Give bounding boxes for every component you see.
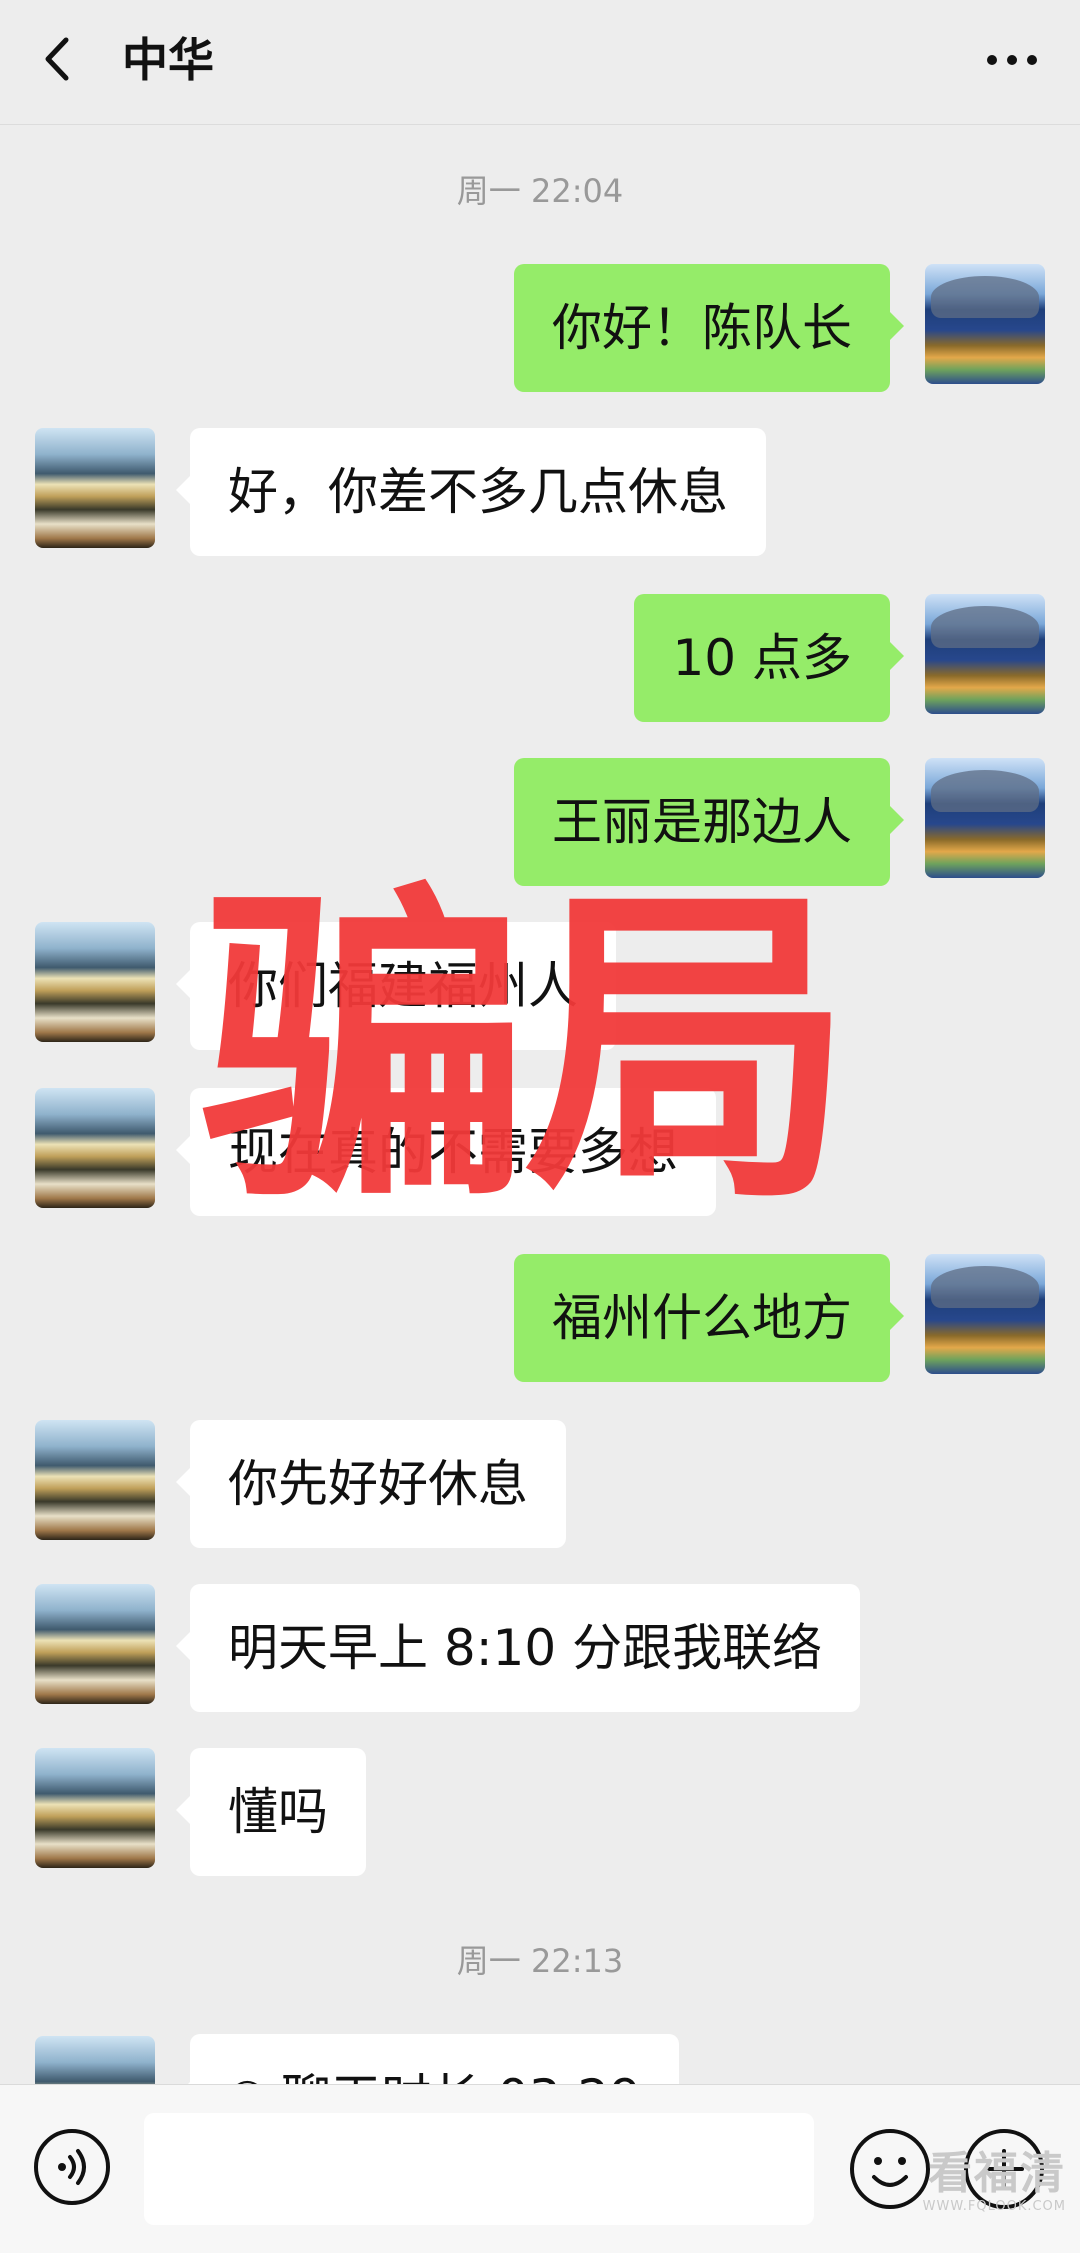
chevron-left-icon bbox=[45, 37, 69, 81]
plus-button[interactable] bbox=[962, 2127, 1046, 2211]
contact-avatar[interactable] bbox=[35, 1420, 155, 1540]
message-bubble-contact[interactable]: 明天早上 8:10 分跟我联络 bbox=[175, 1584, 861, 1712]
message-bubble-contact[interactable]: 好，你差不多几点休息 bbox=[176, 428, 766, 556]
more-button[interactable] bbox=[972, 30, 1052, 90]
message-bubble-contact[interactable]: 懂吗 bbox=[176, 1748, 366, 1876]
more-dots-icon bbox=[987, 55, 1037, 65]
message-bubble-self[interactable]: 你好！陈队长 bbox=[514, 264, 904, 392]
message-bubble-self[interactable]: 10 点多 bbox=[634, 594, 904, 722]
phone-icon: ✆ bbox=[228, 2072, 281, 2084]
voice-icon bbox=[34, 2129, 110, 2205]
contact-avatar[interactable] bbox=[35, 2036, 155, 2084]
message-bubble-contact[interactable]: 你们福建福州人 bbox=[176, 922, 616, 1050]
message-input[interactable] bbox=[144, 2113, 814, 2225]
emoji-button[interactable] bbox=[848, 2127, 932, 2211]
chat-title: 中华 bbox=[122, 33, 214, 87]
self-avatar[interactable] bbox=[925, 264, 1045, 384]
message-bubble-self[interactable]: 王丽是那边人 bbox=[514, 758, 904, 886]
contact-avatar[interactable] bbox=[35, 428, 155, 548]
call-duration-text: 聊天时长 03:29 bbox=[281, 2069, 641, 2084]
chat-timestamp: 周一 22:04 bbox=[456, 172, 624, 210]
contact-avatar[interactable] bbox=[35, 1088, 155, 1208]
chat-screen: 中华 周一 22:04 你好！陈队长 好，你差不多几点休息 10 点多 王丽是那… bbox=[0, 0, 1080, 2253]
plus-icon bbox=[964, 2129, 1044, 2209]
chat-header: 中华 bbox=[0, 0, 1080, 125]
contact-avatar[interactable] bbox=[35, 1584, 155, 1704]
contact-avatar[interactable] bbox=[35, 1748, 155, 1868]
self-avatar[interactable] bbox=[925, 1254, 1045, 1374]
emoji-icon bbox=[850, 2129, 930, 2209]
message-bubble-self[interactable]: 福州什么地方 bbox=[514, 1254, 904, 1382]
message-bubble-contact[interactable]: 现在真的不需要多想 bbox=[176, 1088, 716, 1216]
input-bar: 看福清 WWW.FQLOOK.COM bbox=[0, 2084, 1080, 2253]
self-avatar[interactable] bbox=[925, 594, 1045, 714]
self-avatar[interactable] bbox=[925, 758, 1045, 878]
message-bubble-contact[interactable]: 你先好好休息 bbox=[176, 1420, 566, 1548]
back-button[interactable] bbox=[26, 24, 96, 94]
voice-button[interactable] bbox=[32, 2127, 112, 2207]
message-list-viewport-edge: ✆ 聊天时长 03:29 bbox=[0, 2030, 1080, 2084]
call-record-bubble[interactable]: ✆ 聊天时长 03:29 bbox=[175, 2034, 680, 2084]
contact-avatar[interactable] bbox=[35, 922, 155, 1042]
chat-timestamp: 周一 22:13 bbox=[456, 1942, 624, 1980]
